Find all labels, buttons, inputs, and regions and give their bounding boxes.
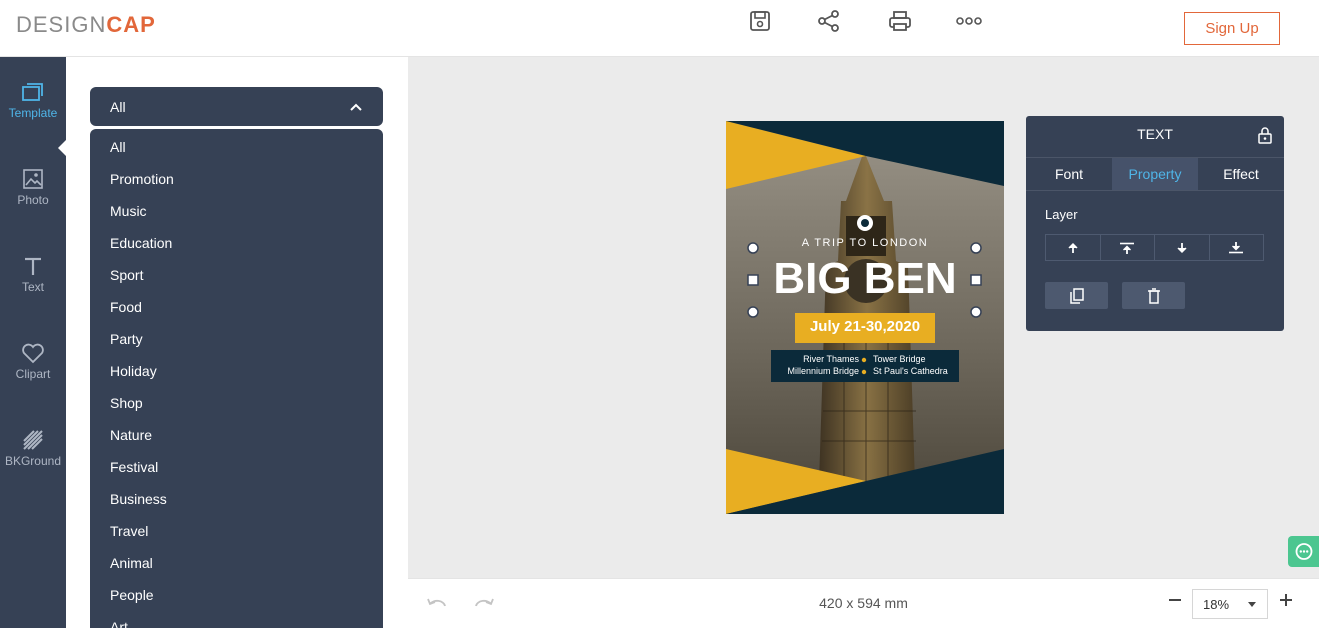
dropdown-option[interactable]: Music xyxy=(90,195,383,227)
rail-item-bkground[interactable]: BKGround xyxy=(0,429,66,499)
background-icon xyxy=(23,430,43,450)
bring-forward-button[interactable] xyxy=(1046,235,1101,260)
rail-item-photo[interactable]: Photo xyxy=(0,168,66,238)
print-icon[interactable] xyxy=(887,8,913,34)
dropdown-option[interactable]: Sport xyxy=(90,259,383,291)
bottom-bar: 420 x 594 mm 18% xyxy=(408,578,1319,628)
send-to-back-button[interactable] xyxy=(1210,235,1264,260)
left-rail: Template Photo Text Clipart BKGround xyxy=(0,57,67,628)
tab-property[interactable]: Property xyxy=(1112,158,1198,190)
poster-place[interactable]: St Paul's Cathedra xyxy=(873,366,961,376)
share-icon[interactable] xyxy=(816,8,842,34)
canvas-dimensions: 420 x 594 mm xyxy=(819,595,908,611)
chevron-up-icon xyxy=(350,103,362,111)
dropdown-option[interactable]: Food xyxy=(90,291,383,323)
arrow-down-icon xyxy=(1177,242,1187,253)
lock-icon[interactable] xyxy=(1257,126,1273,149)
dropdown-option[interactable]: All xyxy=(90,131,383,163)
zoom-out-icon[interactable] xyxy=(1168,593,1182,612)
layer-label: Layer xyxy=(1045,207,1078,222)
property-tabs: Font Property Effect xyxy=(1026,157,1284,191)
top-bar: DESIGNCAP Sign Up xyxy=(0,0,1319,57)
tab-effect[interactable]: Effect xyxy=(1198,158,1284,190)
poster-place[interactable]: River Thames xyxy=(771,354,859,364)
dropdown-option[interactable]: Promotion xyxy=(90,163,383,195)
rail-item-clipart[interactable]: Clipart xyxy=(0,342,66,412)
bring-to-front-button[interactable] xyxy=(1101,235,1155,260)
panel-title: TEXT xyxy=(1137,126,1173,142)
text-property-panel: TEXT Font Property Effect Layer xyxy=(1026,116,1284,331)
category-select[interactable]: All xyxy=(90,87,383,126)
arrow-up-icon xyxy=(1068,242,1078,253)
sign-up-button[interactable]: Sign Up xyxy=(1184,12,1280,45)
bring-to-front-icon xyxy=(1120,242,1135,254)
heart-icon xyxy=(22,343,44,364)
save-icon[interactable] xyxy=(747,8,773,34)
category-dropdown: All Promotion Music Education Sport Food… xyxy=(90,129,383,628)
rail-label: Text xyxy=(21,280,44,294)
trash-icon xyxy=(1147,287,1160,304)
rail-label: Template xyxy=(8,106,58,120)
dropdown-option[interactable]: Art xyxy=(90,611,383,628)
rail-label: Photo xyxy=(17,193,49,207)
caret-down-icon xyxy=(1248,602,1256,607)
dropdown-option[interactable]: Shop xyxy=(90,387,383,419)
template-icon xyxy=(22,83,43,101)
dropdown-option[interactable]: Festival xyxy=(90,451,383,483)
layer-buttons xyxy=(1045,234,1264,261)
dropdown-option[interactable]: Holiday xyxy=(90,355,383,387)
dropdown-option[interactable]: People xyxy=(90,579,383,611)
photo-icon xyxy=(23,169,43,189)
send-backward-button[interactable] xyxy=(1155,235,1210,260)
rail-label: BKGround xyxy=(4,454,62,468)
dropdown-option[interactable]: Animal xyxy=(90,547,383,579)
rail-label: Clipart xyxy=(15,367,51,381)
copy-icon xyxy=(1069,287,1084,304)
dropdown-option[interactable]: Party xyxy=(90,323,383,355)
rail-item-text[interactable]: Text xyxy=(0,255,66,325)
rail-item-template[interactable]: Template xyxy=(0,81,66,151)
text-icon xyxy=(25,257,41,275)
more-icon[interactable] xyxy=(956,8,982,34)
designcap-logo[interactable]: DESIGNCAP xyxy=(16,12,156,38)
zoom-value: 18% xyxy=(1203,596,1230,612)
dropdown-option[interactable]: Business xyxy=(90,483,383,515)
selection-handles[interactable] xyxy=(740,240,988,324)
template-panel: All All Promotion Music Education Sport … xyxy=(66,57,408,628)
selected-category: All xyxy=(110,98,126,115)
zoom-select[interactable]: 18% xyxy=(1192,589,1268,619)
dropdown-option[interactable]: Nature xyxy=(90,419,383,451)
chat-icon xyxy=(1295,542,1312,560)
dropdown-option[interactable]: Travel xyxy=(90,515,383,547)
dropdown-option[interactable]: Education xyxy=(90,227,383,259)
tab-font[interactable]: Font xyxy=(1026,158,1112,190)
zoom-in-icon[interactable] xyxy=(1279,593,1293,612)
poster-place[interactable]: Millennium Bridge xyxy=(771,366,859,376)
poster-place[interactable]: Tower Bridge xyxy=(873,354,961,364)
delete-button[interactable] xyxy=(1122,282,1185,309)
chat-button[interactable] xyxy=(1288,536,1319,567)
send-to-back-icon xyxy=(1229,241,1244,253)
duplicate-button[interactable] xyxy=(1045,282,1108,309)
